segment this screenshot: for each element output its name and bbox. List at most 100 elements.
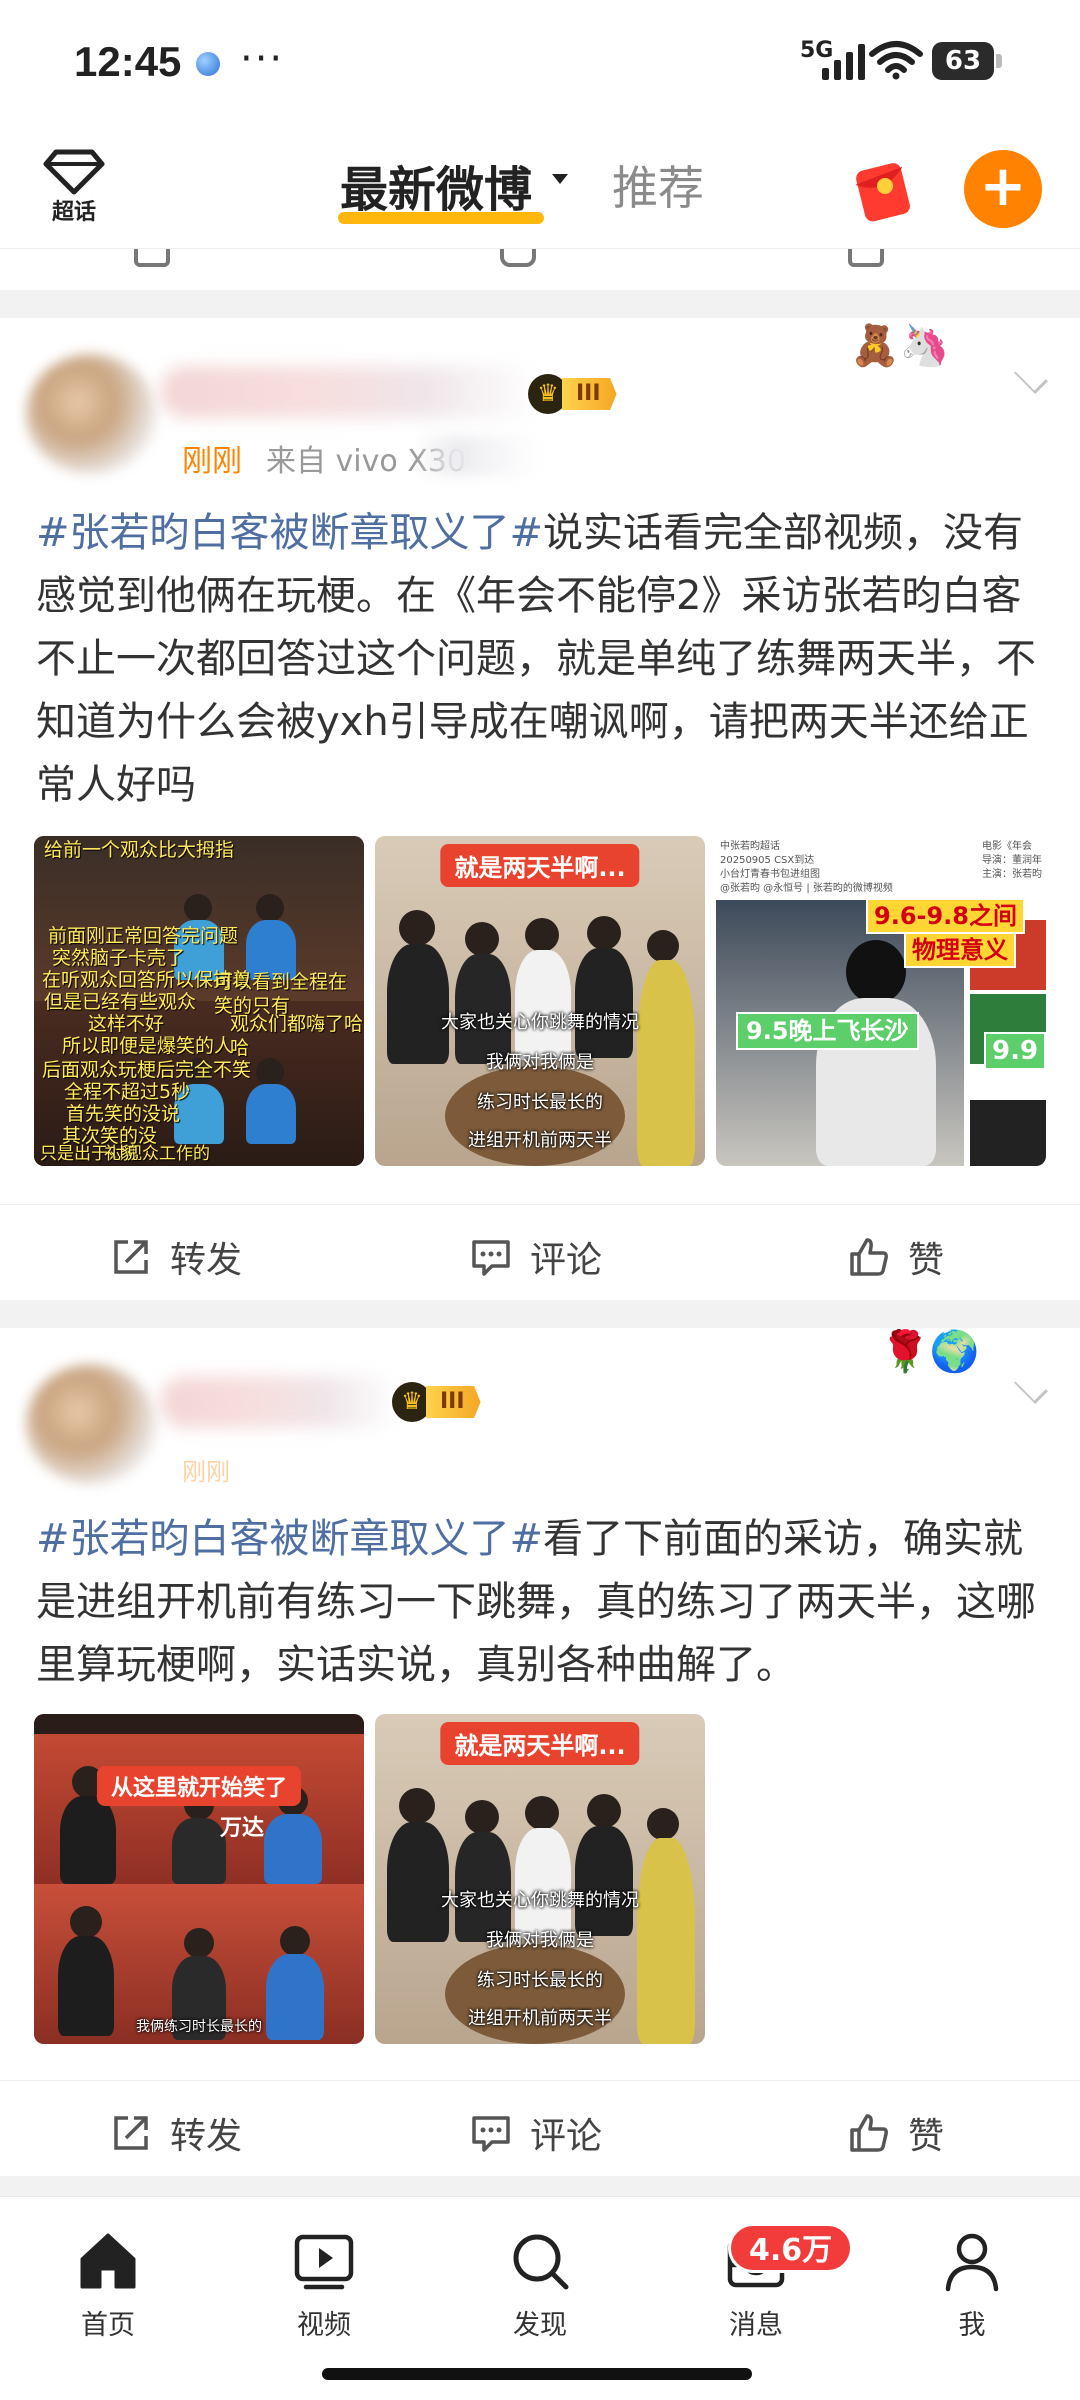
topic-link[interactable]: #张若昀白客被断章取义了# [36,510,543,556]
source-blur [420,436,540,476]
nav-messages-label: 消息 [729,2310,783,2341]
nav-discover[interactable]: 发现 [480,2229,600,2342]
topic-link[interactable]: #张若昀白客被断章取义了# [36,1516,543,1562]
comment-label: 评论 [530,1240,603,1281]
battery-indicator: 63 [932,42,1002,80]
nav-home-label: 首页 [81,2310,135,2341]
post-actions: 转发 评论 赞 [0,2080,1080,2176]
comment-icon [472,2116,510,2152]
vip-level: III [562,378,617,410]
home-indicator[interactable] [322,2368,752,2380]
video-icon [294,2234,354,2290]
image-subtitle: 大家也关心你跳舞的情况 [441,1890,639,1911]
wifi-icon [869,41,923,80]
post-image[interactable]: 就是两天半啊... 大家也关心你跳舞的情况 我俩对我俩是 练习时长最长的 进组开… [375,836,705,1166]
image-subtitle: 进组开机前两天半 [468,2008,612,2029]
weibo-post: ♛ III 刚刚 🌹🌍 #张若昀白客被断章取义了#看了下前面的采访，确实就是进组… [0,1328,1080,2176]
image-annotation: 后面观众玩梗后完全不笑 [42,1059,252,1081]
image-subtitle: 大家也关心你跳舞的情况 [441,1012,639,1033]
tab-latest-weibo[interactable]: 最新微博 [340,150,532,220]
avatar[interactable] [26,1364,156,1484]
image-header-line: 电影《年会 [982,841,1032,852]
image-overlay-text: 物理意义 [904,932,1016,968]
chaohua-label: 超话 [51,200,96,225]
tab-recommend[interactable]: 推荐 [612,152,704,218]
message-count-badge: 4.6万 [728,2223,854,2273]
teddy-bear-decoration-icon: 🧸🦄 [850,323,950,369]
post-time: 刚刚 [182,1458,230,1486]
post-time: 刚刚 [182,444,242,479]
app-notification-icon [196,52,220,76]
image-caption-title: 就是两天半啊... [440,1722,640,1765]
search-icon [513,2234,569,2290]
image-overlay-text: 9.9 [984,1032,1046,1070]
image-subtitle: 进组开机前两天半 [468,1130,612,1151]
image-header-line: @张若昀 @永恒号 | 张若昀的微博视频 [720,883,893,894]
little-prince-decoration-icon: 🌹🌍 [880,1329,980,1375]
comment-button[interactable]: 评论 [470,2107,602,2159]
compose-button[interactable]: + [964,150,1042,228]
status-bar: 12:45 ··· 5G 63 [0,0,1080,130]
repost-button[interactable]: 转发 [110,2107,242,2159]
post-content: #张若昀白客被断章取义了#说实话看完全部视频，没有感觉到他俩在玩梗。在《年会不能… [36,502,1046,817]
username-blurred[interactable] [160,366,540,418]
like-label: 赞 [908,1240,945,1281]
top-header: 超话 最新微博 推荐 + [0,130,1080,248]
nav-home[interactable]: 首页 [48,2229,168,2342]
image-annotation: 前面刚正常回答完问题 [48,925,239,947]
nav-video[interactable]: 视频 [264,2229,384,2342]
repost-button[interactable]: 转发 [110,1231,242,1283]
status-time: 12:45 [74,38,182,85]
image-annotation: 可以看到全程在笑的只有 [214,971,348,1017]
previous-post-actions-fragment [0,248,1080,290]
nav-profile[interactable]: 我 [912,2229,1032,2342]
like-button[interactable]: 赞 [848,2107,944,2159]
image-header-line: 中张若昀超话 [720,841,780,852]
image-caption-title: 从这里就开始笑了 [96,1766,302,1806]
image-header-line: 导演：董润年 [982,855,1042,866]
diamond-icon [43,149,105,195]
post-image[interactable]: 中张若昀超话 20250905 CSX到达 小台灯青春书包进组图 @张若昀 @永… [716,836,1046,1166]
post-menu-chevron-icon[interactable] [1014,1370,1048,1404]
share-icon [114,2116,148,2150]
post-actions: 转发 评论 赞 [0,1204,1080,1300]
username-blurred[interactable] [160,1376,400,1428]
vip-badge[interactable]: ♛ III [392,1382,481,1422]
like-button[interactable]: 赞 [848,1231,944,1283]
image-subtitle: 练习时长最长的 [477,1970,603,1991]
image-annotation: 但是已经有些观众 [44,991,197,1013]
brand-text: 万达 [220,1816,265,1841]
red-packet-icon[interactable] [852,156,916,222]
image-header-line: 小台灯青春书包进组图 [720,869,820,880]
image-annotation: 这样不好 [88,1013,165,1035]
nav-profile-label: 我 [958,2310,986,2341]
avatar[interactable] [26,354,156,474]
image-overlay-text: 9.5晚上飞长沙 [736,1012,919,1050]
post-image[interactable]: 就是两天半啊... 大家也关心你跳舞的情况 我俩对我俩是 练习时长最长的 进组开… [375,1714,705,2044]
image-header-line: 主演：张若昀 [982,869,1042,880]
chaohua-button[interactable]: 超话 [36,148,112,228]
nav-discover-label: 发现 [513,2310,567,2341]
image-header-line: 20250905 CSX到达 [720,855,815,866]
image-annotation: 突然脑子卡壳了 [52,947,186,969]
share-icon [134,249,170,267]
image-annotation: 所以即便是爆笑的人 [62,1035,234,1057]
comment-icon [500,249,536,267]
image-overlay-text: 9.6-9.8之间 [866,898,1025,934]
image-subtitle: 我俩练习时长最长的 [136,2019,262,2035]
share-icon [114,1240,148,1274]
vip-badge[interactable]: ♛ III [528,374,617,414]
repost-label: 转发 [170,1240,243,1281]
post-image[interactable]: 从这里就开始笑了 万达 我俩练习时长最长的 [34,1714,364,2044]
post-menu-chevron-icon[interactable] [1014,360,1048,394]
chevron-down-icon[interactable] [552,174,568,184]
comment-button[interactable]: 评论 [470,1231,602,1283]
profile-icon [945,2233,999,2292]
comment-icon [472,1240,510,1276]
image-annotation: 给前一个观众比大拇指 [44,839,235,861]
weibo-post: ♛ III 刚刚 来自 vivo X30 🧸🦄 #张若昀白客被断章取义了#说实话看… [0,318,1080,1300]
thumbs-up-icon [850,2114,888,2152]
post-meta: 刚刚 [182,1452,230,1487]
repost-label: 转发 [170,2116,243,2157]
post-image[interactable]: 给前一个观众比大拇指 前面刚正常回答完问题 突然脑子卡壳了 在听观众回答所以保持… [34,836,364,1166]
